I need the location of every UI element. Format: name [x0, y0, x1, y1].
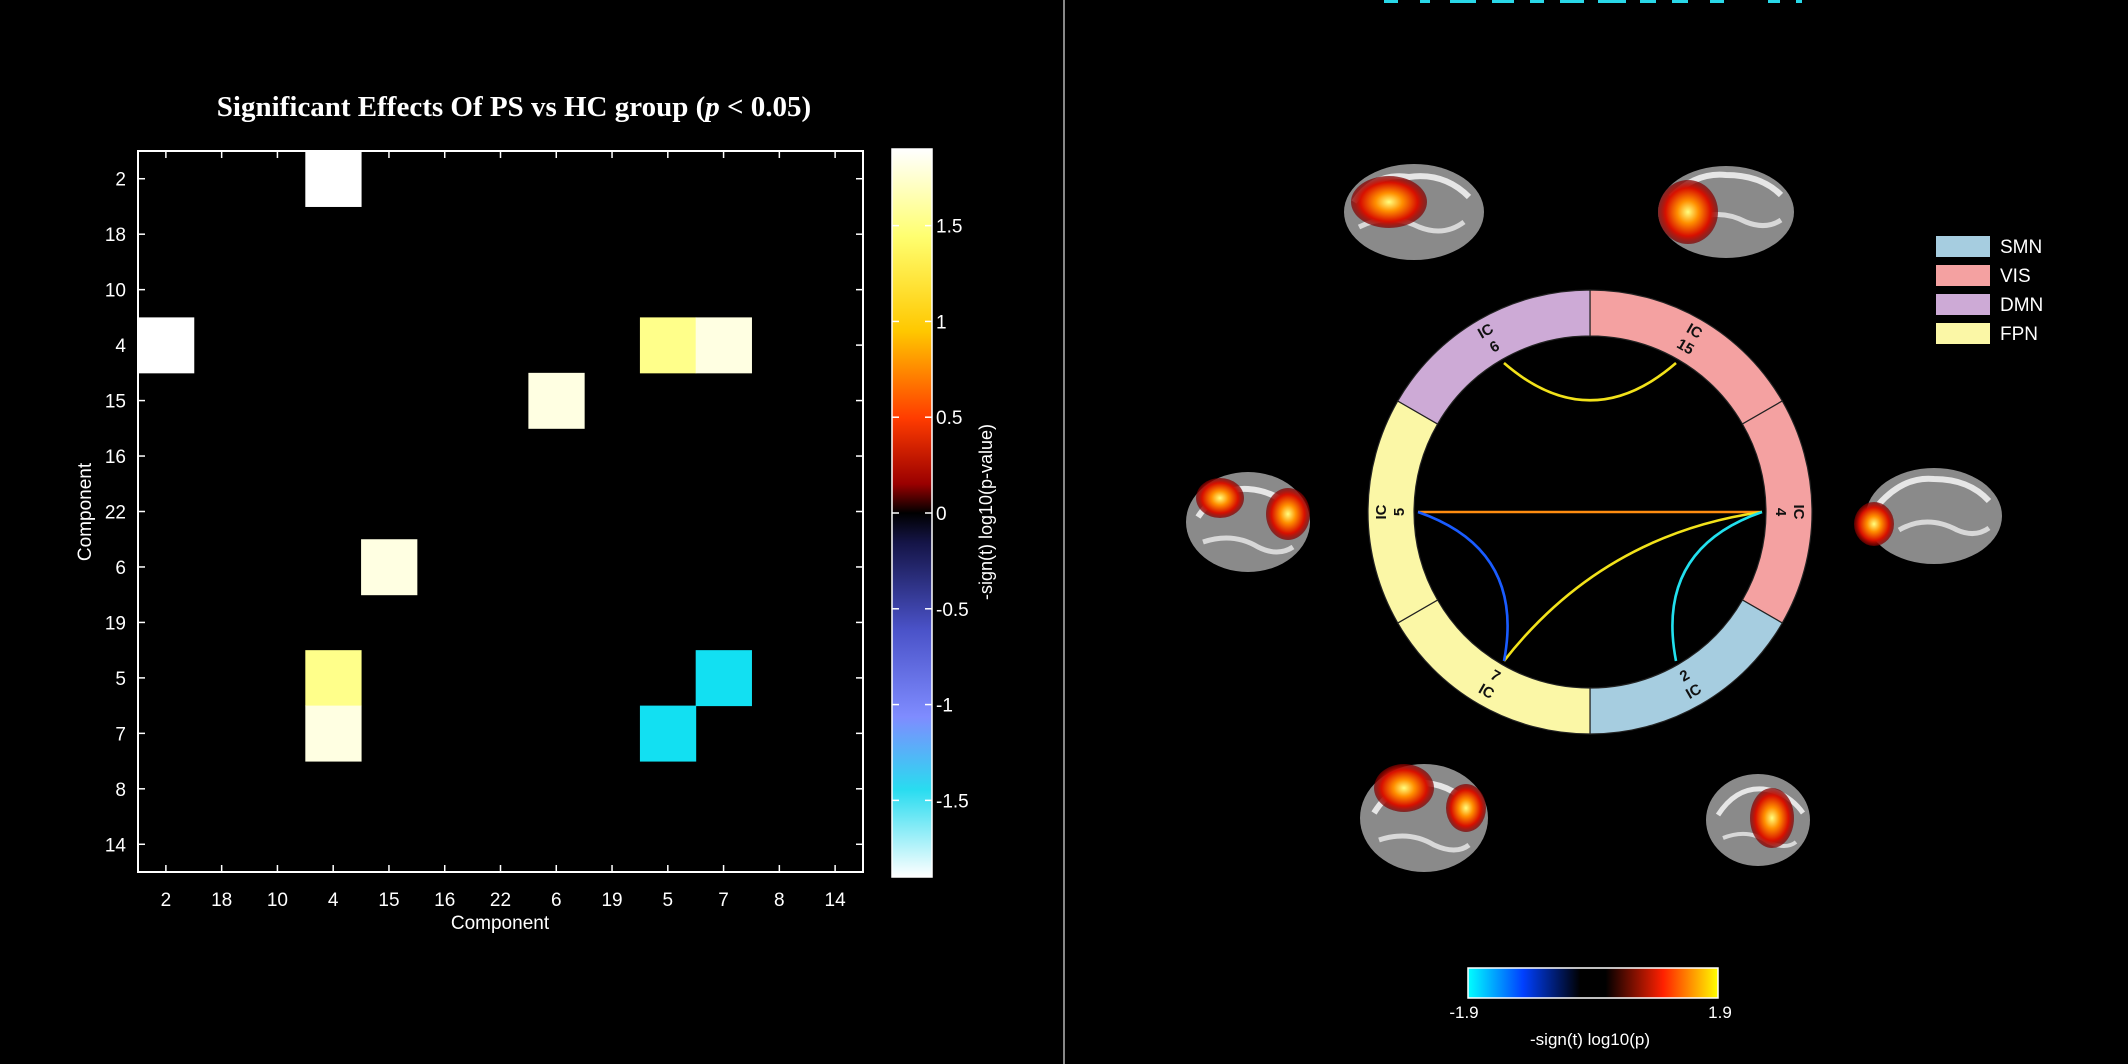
network-legend: SMN VIS DMN FPN [1936, 236, 2043, 345]
connectogram-colorbar [1467, 967, 1719, 999]
colorbar-tick-label: 0.5 [936, 408, 962, 429]
legend-swatch [1936, 265, 1990, 286]
colorbar-label: -sign(t) log10(p-value) [976, 424, 996, 600]
brain-image-ic5 [1186, 472, 1310, 572]
connection-links [1417, 362, 1763, 662]
y-tick-label: 22 [105, 503, 126, 524]
y-tick-label: 8 [115, 780, 126, 801]
x-tick-label: 18 [211, 890, 232, 911]
legend-swatch [1936, 323, 1990, 344]
segment-ic-label: IC [1790, 505, 1807, 520]
connection-link [1503, 362, 1677, 402]
y-tick-label: 5 [115, 669, 126, 690]
heatmap-cell [695, 317, 752, 374]
brain-image-ic7 [1360, 764, 1488, 872]
legend-label: VIS [2000, 266, 2031, 287]
connectogram-colorbar-label: -sign(t) log10(p) [1530, 1030, 1650, 1049]
legend-label: FPN [2000, 324, 2038, 345]
x-tick-label: 19 [601, 890, 622, 911]
colorbar-min-label: -1.9 [1449, 1003, 1478, 1022]
x-tick-label: 6 [551, 890, 562, 911]
legend-label: SMN [2000, 237, 2042, 258]
ring-segment [1396, 289, 1591, 425]
heatmap-cell [639, 705, 697, 762]
y-tick-label: 16 [105, 447, 126, 468]
heatmap-cell [695, 650, 752, 707]
y-axis-label: Component [75, 462, 96, 561]
colorbar-max-label: 1.9 [1708, 1003, 1732, 1022]
heatmap-cell [305, 705, 362, 762]
heatmap-cell [138, 317, 195, 374]
x-tick-label: 15 [378, 890, 399, 911]
segment-id-label: 4 [1772, 508, 1789, 517]
segment-ic-label: IC [1373, 504, 1390, 519]
y-tick-label: 10 [105, 281, 126, 302]
x-tick-label: 22 [490, 890, 511, 911]
heatmap-cells [138, 151, 752, 762]
legend-swatch [1936, 236, 1990, 257]
heatmap-cell [361, 539, 418, 596]
y-tick-label: 18 [105, 225, 126, 246]
heatmap-cell [305, 151, 362, 207]
x-tick-label: 4 [328, 890, 339, 911]
heatmap-panel: Significant Effects Of PS vs HC group (p… [75, 91, 996, 934]
x-tick-label: 5 [663, 890, 674, 911]
y-tick-label: 7 [115, 724, 126, 745]
brain-image-ic6 [1344, 164, 1484, 260]
heatmap-cell [528, 372, 585, 429]
brain-image-ic4 [1854, 468, 2002, 564]
chart-title: Significant Effects Of PS vs HC group (p… [217, 91, 811, 123]
heatmap-frame [137, 150, 864, 873]
figure: Significant Effects Of PS vs HC group (p… [75, 0, 2043, 1064]
colorbar-tick-label: -0.5 [936, 600, 969, 621]
segment-id-label: 5 [1391, 508, 1408, 516]
y-tick-labels: 2 18 10 4 15 16 22 6 19 5 7 8 14 [105, 170, 127, 857]
x-tick-labels: 2 18 10 4 15 16 22 6 19 5 7 8 14 [161, 890, 847, 911]
y-tick-label: 6 [115, 558, 126, 579]
y-tick-label: 2 [115, 170, 126, 191]
connectogram-panel: IC15IC4IC2IC7IC 5IC6 SMNVISDMNFPN -1.9 1… [1186, 0, 2043, 1049]
x-axis-label: Component [451, 913, 550, 934]
y-tick-label: 14 [105, 835, 127, 856]
legend-label: DMN [2000, 295, 2043, 316]
colorbar-tick-label: 1 [936, 312, 947, 333]
x-tick-label: 8 [774, 890, 785, 911]
heatmap-ticks [138, 151, 863, 872]
brain-image-ic2 [1706, 774, 1810, 866]
colorbar-tick-label: 0 [936, 504, 947, 525]
colorbar-tick-label: 1.5 [936, 217, 962, 238]
ring-segment [1396, 599, 1591, 735]
heatmap-cell [639, 317, 697, 374]
x-tick-label: 16 [434, 890, 455, 911]
x-tick-label: 14 [825, 890, 847, 911]
brain-image-ic15 [1658, 166, 1794, 258]
heatmap-cell [305, 650, 362, 707]
y-tick-label: 19 [105, 613, 126, 634]
y-tick-label: 4 [115, 336, 126, 357]
y-tick-label: 15 [105, 392, 126, 413]
colorbar-tick-label: -1.5 [936, 791, 969, 812]
x-tick-label: 7 [718, 890, 729, 911]
x-tick-label: 2 [161, 890, 172, 911]
ring-segment [1589, 599, 1784, 735]
cropped-top-text [1384, 0, 1802, 3]
x-tick-label: 10 [267, 890, 288, 911]
colorbar-tick-label: -1 [936, 696, 953, 717]
legend-swatch [1936, 294, 1990, 315]
